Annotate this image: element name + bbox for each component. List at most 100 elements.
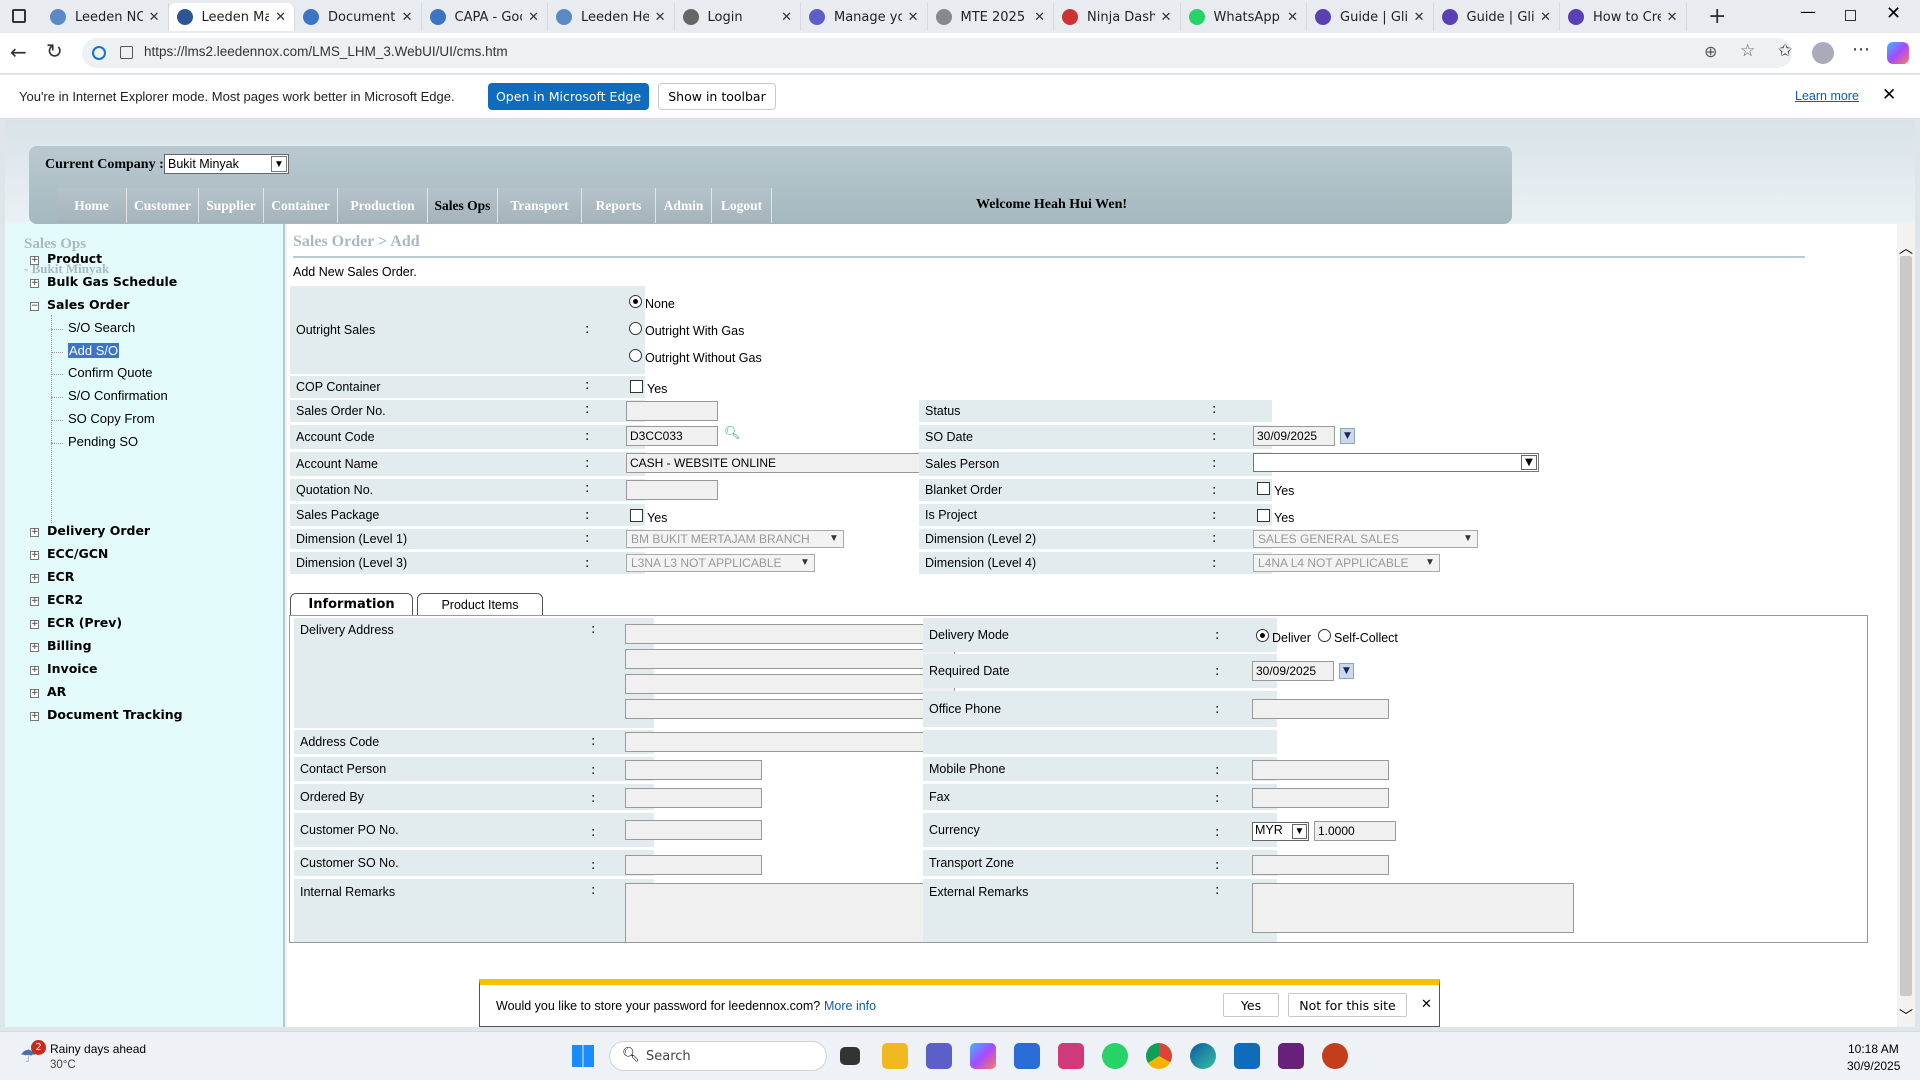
- account-search-icon[interactable]: 🔍︎: [724, 426, 741, 441]
- currency-select[interactable]: MYR ▼: [1252, 822, 1309, 841]
- snipping-tool-icon[interactable]: [1058, 1043, 1084, 1069]
- browser-tab[interactable]: WhatsApp ✕: [1181, 3, 1307, 31]
- close-tab-icon[interactable]: ✕: [1161, 10, 1172, 25]
- nav-transport[interactable]: Transport: [498, 188, 582, 223]
- close-tab-icon[interactable]: ✕: [528, 10, 539, 25]
- learn-more-link[interactable]: Learn more: [1795, 89, 1859, 103]
- blanket-order-checkbox[interactable]: [1257, 482, 1270, 495]
- tab-actions-icon[interactable]: [12, 9, 26, 23]
- expand-icon[interactable]: +: [30, 620, 39, 629]
- browser-tab[interactable]: MTE 2025 - ✕: [928, 3, 1054, 31]
- nav-home[interactable]: Home: [57, 188, 127, 223]
- close-tab-icon[interactable]: ✕: [1414, 10, 1425, 25]
- transport-zone-input[interactable]: [1252, 855, 1389, 875]
- close-tab-icon[interactable]: ✕: [402, 10, 413, 25]
- ordered-by-input[interactable]: [625, 788, 762, 808]
- close-tab-icon[interactable]: ✕: [149, 10, 160, 25]
- dimension-level3-select[interactable]: L3NA L3 NOT APPLICABLE ▼: [626, 554, 815, 572]
- close-tab-icon[interactable]: ✕: [908, 10, 919, 25]
- nav-customer[interactable]: Customer: [127, 188, 199, 223]
- nav-reports[interactable]: Reports: [582, 188, 656, 223]
- browser-tab[interactable]: Document - ✕: [295, 3, 422, 31]
- sidebar-item-invoice[interactable]: Invoice: [47, 661, 97, 676]
- copilot-app-icon[interactable]: [970, 1043, 996, 1069]
- expand-icon[interactable]: +: [30, 666, 39, 675]
- expand-icon[interactable]: +: [30, 712, 39, 721]
- browser-tab[interactable]: Guide | Glitt ✕: [1307, 3, 1434, 31]
- sidebar-item-ar[interactable]: AR: [47, 684, 66, 699]
- open-in-edge-button[interactable]: Open in Microsoft Edge: [488, 83, 649, 110]
- sidebar-subitem-add-s-o[interactable]: Add S/O: [68, 342, 120, 358]
- close-tab-icon[interactable]: ✕: [1667, 10, 1678, 25]
- sidebar-item-billing[interactable]: Billing: [47, 638, 92, 653]
- restore-button[interactable]: [1845, 10, 1856, 21]
- minimize-button[interactable]: —: [1800, 2, 1816, 21]
- sidebar-item-sales-order[interactable]: Sales Order: [47, 297, 129, 312]
- cop-container-checkbox[interactable]: [630, 380, 643, 393]
- powerpoint-icon[interactable]: [1322, 1043, 1348, 1069]
- sidebar-item-ecc-gcn[interactable]: ECC/GCN: [47, 546, 108, 561]
- expand-icon[interactable]: +: [30, 551, 39, 560]
- exchange-rate-input[interactable]: 1.0000: [1314, 821, 1396, 841]
- sidebar-subitem-confirm-quote[interactable]: Confirm Quote: [68, 365, 153, 380]
- browser-tab[interactable]: Ninja Dashb ✕: [1054, 3, 1181, 31]
- so-date-input[interactable]: 30/09/2025: [1253, 426, 1335, 446]
- sidebar-item-ecr2[interactable]: ECR2: [47, 592, 83, 607]
- nav-production[interactable]: Production: [338, 188, 428, 223]
- sidebar-item-ecr-prev-[interactable]: ECR (Prev): [47, 615, 122, 630]
- required-date-input[interactable]: 30/09/2025: [1252, 661, 1334, 681]
- browser-tab[interactable]: Manage you ✕: [801, 3, 928, 31]
- sidebar-subitem-s-o-confirmation[interactable]: S/O Confirmation: [68, 388, 168, 403]
- close-window-button[interactable]: ✕: [1886, 3, 1901, 24]
- close-tab-icon[interactable]: ✕: [655, 10, 666, 25]
- clock-date[interactable]: 30/9/2025: [1847, 1059, 1900, 1073]
- profile-avatar[interactable]: [1812, 42, 1834, 64]
- expand-icon[interactable]: +: [30, 597, 39, 606]
- nav-container[interactable]: Container: [264, 188, 338, 223]
- browser-tab[interactable]: How to Crea ✕: [1560, 3, 1687, 31]
- teams-icon[interactable]: [926, 1043, 952, 1069]
- outlook-icon[interactable]: [1234, 1043, 1260, 1069]
- sidebar-subitem-pending-so[interactable]: Pending SO: [68, 434, 138, 449]
- mobile-phone-input[interactable]: [1252, 760, 1389, 780]
- browser-tab[interactable]: Leeden Man ✕: [168, 3, 295, 31]
- ie-mode-icon[interactable]: [92, 46, 106, 60]
- external-remarks-textarea[interactable]: [1252, 883, 1574, 933]
- close-ie-bar-icon[interactable]: ✕: [1882, 85, 1896, 105]
- self-collect-radio[interactable]: [1318, 629, 1331, 642]
- new-tab-button[interactable]: +: [1708, 4, 1726, 29]
- scroll-down-icon[interactable]: ﹀: [1899, 1006, 1913, 1026]
- delivery-address-line3[interactable]: [625, 674, 955, 694]
- nav-sales-ops[interactable]: Sales Ops: [428, 188, 498, 223]
- is-project-checkbox[interactable]: [1257, 509, 1270, 522]
- sales-package-checkbox[interactable]: [630, 509, 643, 522]
- account-code-input[interactable]: D3CC033: [626, 426, 718, 446]
- vertical-scrollbar[interactable]: ︿ ﹀: [1897, 224, 1915, 1027]
- collapse-icon[interactable]: −: [30, 302, 39, 311]
- expand-icon[interactable]: +: [30, 279, 39, 288]
- weather-text[interactable]: Rainy days ahead: [50, 1042, 146, 1056]
- expand-icon[interactable]: +: [30, 256, 39, 265]
- address-code-input[interactable]: [625, 732, 955, 752]
- dimension-level4-select[interactable]: L4NA L4 NOT APPLICABLE ▼: [1253, 554, 1440, 572]
- close-tab-icon[interactable]: ✕: [275, 10, 286, 25]
- delivery-address-line2[interactable]: [625, 649, 955, 669]
- refresh-icon[interactable]: ↻: [46, 39, 63, 63]
- visual-studio-icon[interactable]: [1278, 1043, 1304, 1069]
- windows-start-icon[interactable]: [572, 1045, 594, 1067]
- customer-so-input[interactable]: [625, 855, 762, 875]
- expand-icon[interactable]: +: [30, 689, 39, 698]
- expand-icon[interactable]: +: [30, 643, 39, 652]
- browser-tab[interactable]: Leeden Herc ✕: [548, 3, 675, 31]
- site-info-icon[interactable]: [120, 46, 133, 59]
- close-tab-icon[interactable]: ✕: [1540, 10, 1551, 25]
- close-tab-icon[interactable]: ✕: [781, 10, 792, 25]
- copilot-icon[interactable]: [1887, 42, 1909, 64]
- sidebar-item-bulk-gas-schedule[interactable]: Bulk Gas Schedule: [47, 274, 177, 289]
- close-tab-icon[interactable]: ✕: [1034, 10, 1045, 25]
- more-info-link[interactable]: More info: [824, 999, 876, 1013]
- delivery-address-line4[interactable]: [625, 699, 955, 719]
- whatsapp-icon[interactable]: [1102, 1043, 1128, 1069]
- store-icon[interactable]: [1014, 1043, 1040, 1069]
- nav-supplier[interactable]: Supplier: [199, 188, 264, 223]
